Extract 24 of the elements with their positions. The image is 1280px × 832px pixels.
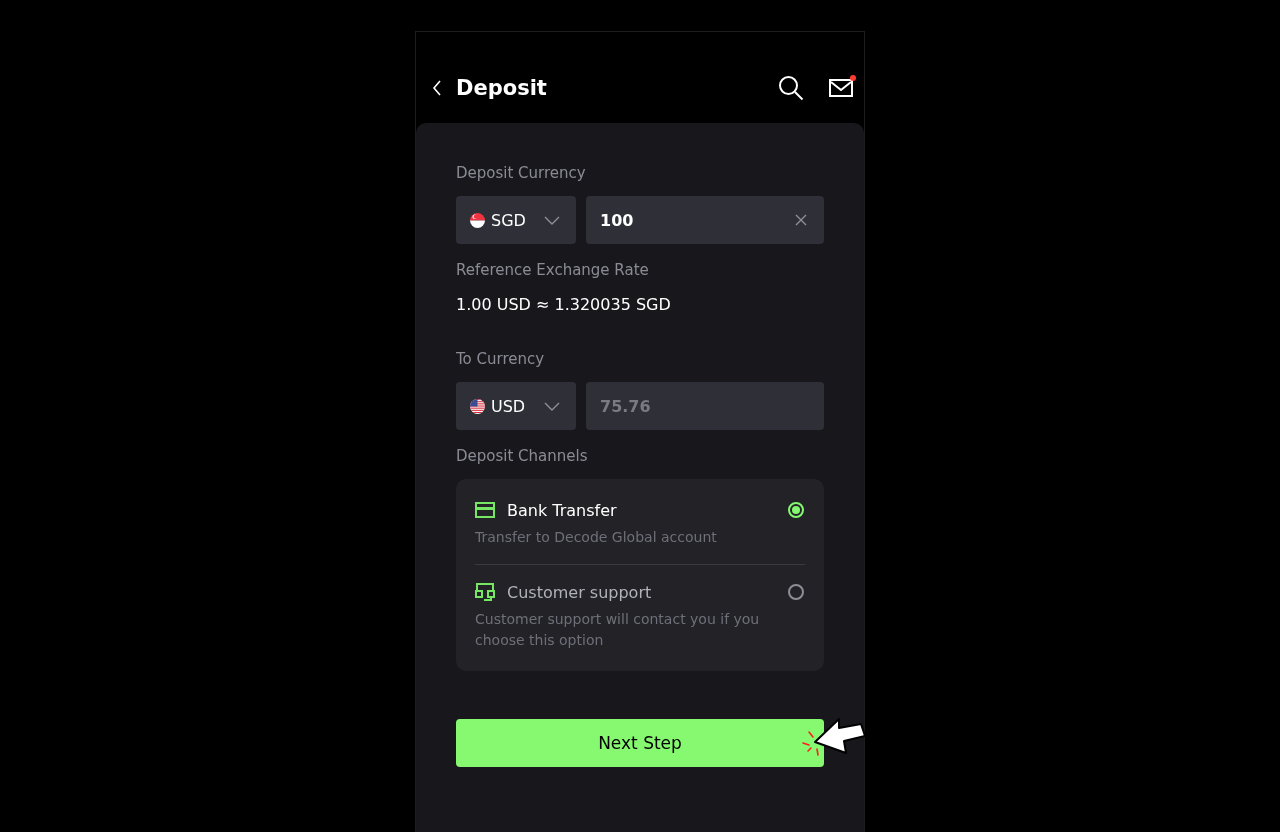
card-icon <box>475 502 495 518</box>
channel-description: Transfer to Decode Global account <box>475 528 718 547</box>
channel-description: Customer support will contact you if you choose this option <box>475 610 761 650</box>
currency-select[interactable]: SGD <box>456 196 576 244</box>
field-label: Deposit Channels <box>456 446 588 467</box>
chevron-down-icon <box>544 401 560 411</box>
flag-icon <box>470 398 485 414</box>
field-label: Deposit Currency <box>456 163 586 184</box>
headset-icon <box>475 582 495 602</box>
flag-icon <box>470 212 485 228</box>
back-icon[interactable] <box>432 80 442 96</box>
page-title: Deposit <box>456 75 547 102</box>
channel-title: Bank Transfer <box>507 500 617 520</box>
exchange-rate-text: 1.00 USD ≈ 1.320035 SGD <box>456 294 671 316</box>
next-step-button[interactable]: Next Step <box>456 719 824 767</box>
channel-title: Customer support <box>507 582 652 602</box>
chevron-down-icon <box>544 215 560 225</box>
field-label: To Currency <box>456 349 545 370</box>
amount-input[interactable]: 100 <box>586 196 824 244</box>
search-icon[interactable] <box>778 75 804 101</box>
field-label: Reference Exchange Rate <box>456 260 649 281</box>
clear-icon[interactable] <box>795 214 807 226</box>
radio-button[interactable] <box>788 584 804 600</box>
mail-icon[interactable] <box>829 79 853 97</box>
